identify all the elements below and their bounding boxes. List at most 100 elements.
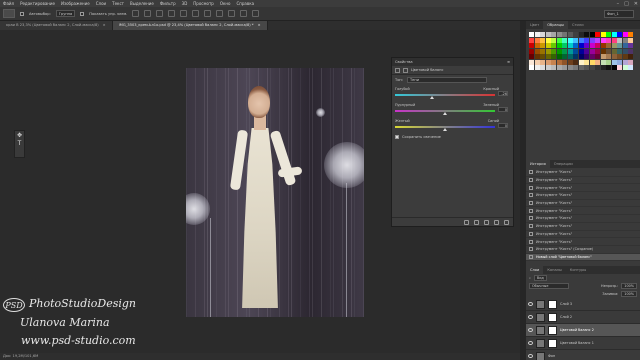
color-swatch[interactable] bbox=[562, 59, 567, 65]
color-swatch[interactable] bbox=[534, 43, 540, 48]
color-swatch[interactable] bbox=[606, 37, 611, 43]
color-swatch[interactable] bbox=[617, 32, 622, 37]
align-bottom-icon[interactable] bbox=[156, 10, 164, 17]
color-swatch[interactable] bbox=[562, 32, 567, 37]
menu-item[interactable]: Выделение bbox=[130, 1, 154, 6]
layer-row[interactable]: Цветовой баланс 1 bbox=[526, 337, 640, 351]
color-swatch[interactable] bbox=[567, 32, 573, 37]
panel-menu-icon[interactable]: ≡ bbox=[507, 60, 510, 64]
slider-value-input[interactable]: 0 bbox=[498, 107, 508, 112]
visibility-icon[interactable] bbox=[494, 219, 499, 225]
3d-rotate-icon[interactable] bbox=[252, 10, 260, 17]
move-tool-icon[interactable]: ✥ bbox=[16, 133, 23, 139]
align-top-icon[interactable] bbox=[132, 10, 140, 17]
document-tab-active[interactable]: IMG_3503_крем-Ьл1о.psd @ 23,4% (Цветовой… bbox=[112, 21, 268, 30]
color-swatch[interactable] bbox=[545, 32, 551, 37]
color-swatch[interactable] bbox=[529, 54, 534, 59]
color-swatch[interactable] bbox=[617, 65, 622, 70]
align-left-icon[interactable] bbox=[168, 10, 176, 17]
color-swatch[interactable] bbox=[628, 48, 633, 54]
color-swatch[interactable] bbox=[622, 54, 628, 59]
color-swatch[interactable] bbox=[600, 37, 606, 43]
history-item[interactable]: Инструмент "Кисть" bbox=[526, 207, 640, 216]
layer-row[interactable]: Слой 3 bbox=[526, 298, 640, 312]
color-swatch[interactable] bbox=[551, 37, 556, 43]
color-swatch[interactable] bbox=[628, 43, 633, 48]
align-right-icon[interactable] bbox=[192, 10, 200, 17]
autoselect-checkbox[interactable] bbox=[20, 11, 24, 16]
document-tab[interactable]: краи В 23,3% (Цветовой баланс 2, Слой-ма… bbox=[0, 21, 113, 30]
close-tab-icon[interactable]: × bbox=[103, 23, 106, 27]
color-swatch[interactable] bbox=[534, 32, 540, 37]
align-middle-icon[interactable] bbox=[144, 10, 152, 17]
minimize-icon[interactable]: – bbox=[617, 1, 620, 7]
tab-channels[interactable]: Каналы bbox=[543, 266, 565, 274]
color-swatch[interactable] bbox=[551, 32, 556, 37]
color-swatch[interactable] bbox=[595, 65, 600, 70]
close-icon[interactable]: ✕ bbox=[634, 1, 638, 7]
color-swatch[interactable] bbox=[540, 48, 545, 54]
color-swatch[interactable] bbox=[600, 65, 606, 70]
mask-icon[interactable] bbox=[403, 67, 408, 73]
color-swatch[interactable] bbox=[595, 43, 600, 48]
color-swatch[interactable] bbox=[556, 59, 562, 65]
color-swatch[interactable] bbox=[545, 48, 551, 54]
color-swatch[interactable] bbox=[584, 54, 589, 59]
history-item[interactable]: Инструмент "Кисть" bbox=[526, 238, 640, 246]
color-swatch[interactable] bbox=[589, 32, 595, 37]
history-item[interactable]: Инструмент "Кисть" bbox=[526, 184, 640, 193]
history-item[interactable]: Инструмент "Кисть" bbox=[526, 223, 640, 231]
color-swatch[interactable] bbox=[589, 48, 595, 54]
tab-actions[interactable]: Операции bbox=[550, 160, 577, 168]
color-swatch[interactable] bbox=[551, 54, 556, 59]
color-swatch[interactable] bbox=[567, 37, 573, 43]
color-swatch[interactable] bbox=[617, 48, 622, 54]
color-swatch[interactable] bbox=[551, 48, 556, 54]
close-tab-icon[interactable]: × bbox=[258, 23, 261, 27]
color-swatch[interactable] bbox=[556, 32, 562, 37]
color-swatch[interactable] bbox=[595, 37, 600, 43]
menu-item[interactable]: Просмотр bbox=[193, 1, 214, 6]
color-swatch[interactable] bbox=[540, 32, 545, 37]
color-swatch[interactable] bbox=[617, 43, 622, 48]
color-swatch[interactable] bbox=[611, 32, 617, 37]
tab-color[interactable]: Цвет bbox=[526, 21, 543, 29]
color-swatch[interactable] bbox=[556, 37, 562, 43]
visibility-eye-icon[interactable] bbox=[528, 354, 533, 359]
color-swatch[interactable] bbox=[562, 37, 567, 43]
color-swatch[interactable] bbox=[529, 48, 534, 54]
color-swatch[interactable] bbox=[578, 65, 584, 70]
distribute-bottom-icon[interactable] bbox=[228, 10, 236, 17]
color-swatch[interactable] bbox=[573, 59, 578, 65]
history-item[interactable]: Инструмент "Кисть" bbox=[526, 192, 640, 200]
color-swatch[interactable] bbox=[540, 59, 545, 65]
color-swatch[interactable] bbox=[529, 59, 534, 65]
color-swatch[interactable] bbox=[556, 65, 562, 70]
color-swatch[interactable] bbox=[622, 65, 628, 70]
color-swatch[interactable] bbox=[540, 43, 545, 48]
move-tool-preset-button[interactable] bbox=[3, 9, 15, 18]
color-swatch[interactable] bbox=[606, 32, 611, 37]
color-swatch[interactable] bbox=[529, 65, 534, 70]
menu-item[interactable]: 3D bbox=[182, 1, 188, 6]
color-swatch[interactable] bbox=[584, 43, 589, 48]
color-swatch[interactable] bbox=[534, 65, 540, 70]
history-item[interactable]: Новый слой "Цветовой баланс" bbox=[526, 253, 640, 262]
text-tool-icon[interactable]: T bbox=[16, 141, 23, 147]
tab-swatches[interactable]: Образцы bbox=[543, 21, 568, 29]
color-swatch[interactable] bbox=[567, 48, 573, 54]
color-swatch[interactable] bbox=[562, 43, 567, 48]
color-swatch[interactable] bbox=[534, 37, 540, 43]
visibility-eye-icon[interactable] bbox=[528, 341, 533, 346]
color-swatch[interactable] bbox=[573, 48, 578, 54]
layer-mask-thumbnail[interactable] bbox=[548, 299, 557, 309]
color-swatch[interactable] bbox=[600, 43, 606, 48]
slider-thumb[interactable] bbox=[430, 96, 434, 99]
color-swatch[interactable] bbox=[611, 43, 617, 48]
layer-row[interactable]: Фон bbox=[526, 350, 640, 360]
distribute-top-icon[interactable] bbox=[204, 10, 212, 17]
color-swatch[interactable] bbox=[606, 48, 611, 54]
color-swatch[interactable] bbox=[584, 65, 589, 70]
color-swatch[interactable] bbox=[534, 48, 540, 54]
color-swatch[interactable] bbox=[529, 43, 534, 48]
